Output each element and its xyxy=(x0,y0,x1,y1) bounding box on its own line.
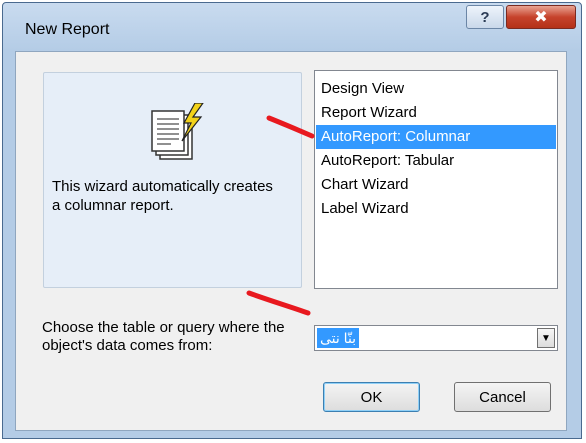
wizard-description: This wizard automatically creates a colu… xyxy=(52,178,273,214)
wizard-list[interactable]: Design View Report Wizard AutoReport: Co… xyxy=(314,70,558,289)
dropdown-button[interactable]: ▼ xyxy=(537,328,555,348)
list-item-autoreport-tabular[interactable]: AutoReport: Tabular xyxy=(316,149,556,173)
data-source-label: Choose the table or query where the obje… xyxy=(42,319,285,354)
close-icon: ✖ xyxy=(534,9,548,26)
wizard-preview: This wizard automatically creates a colu… xyxy=(43,72,302,288)
cancel-button[interactable]: Cancel xyxy=(454,382,551,412)
title-bar: New Report ? ✖ xyxy=(3,3,581,53)
ok-button[interactable]: OK xyxy=(323,382,420,412)
new-report-dialog: New Report ? ✖ This wizard automatically… xyxy=(2,2,582,439)
chevron-down-icon: ▼ xyxy=(541,332,551,344)
list-item-autoreport-columnar[interactable]: AutoReport: Columnar xyxy=(316,125,556,149)
help-icon: ? xyxy=(480,8,490,26)
window-title: New Report xyxy=(25,21,110,38)
help-button[interactable]: ? xyxy=(466,5,504,29)
list-item-design-view[interactable]: Design View xyxy=(316,77,556,101)
list-item-chart-wizard[interactable]: Chart Wizard xyxy=(316,173,556,197)
close-button[interactable]: ✖ xyxy=(506,5,576,29)
data-source-value[interactable]: بنّا نتی xyxy=(317,328,360,348)
dialog-body: This wizard automatically creates a colu… xyxy=(15,51,567,431)
report-wizard-icon xyxy=(151,103,204,160)
list-item-label-wizard[interactable]: Label Wizard xyxy=(316,197,556,221)
data-source-combobox[interactable]: بنّا نتی ▼ xyxy=(314,325,558,351)
list-item-report-wizard[interactable]: Report Wizard xyxy=(316,101,556,125)
